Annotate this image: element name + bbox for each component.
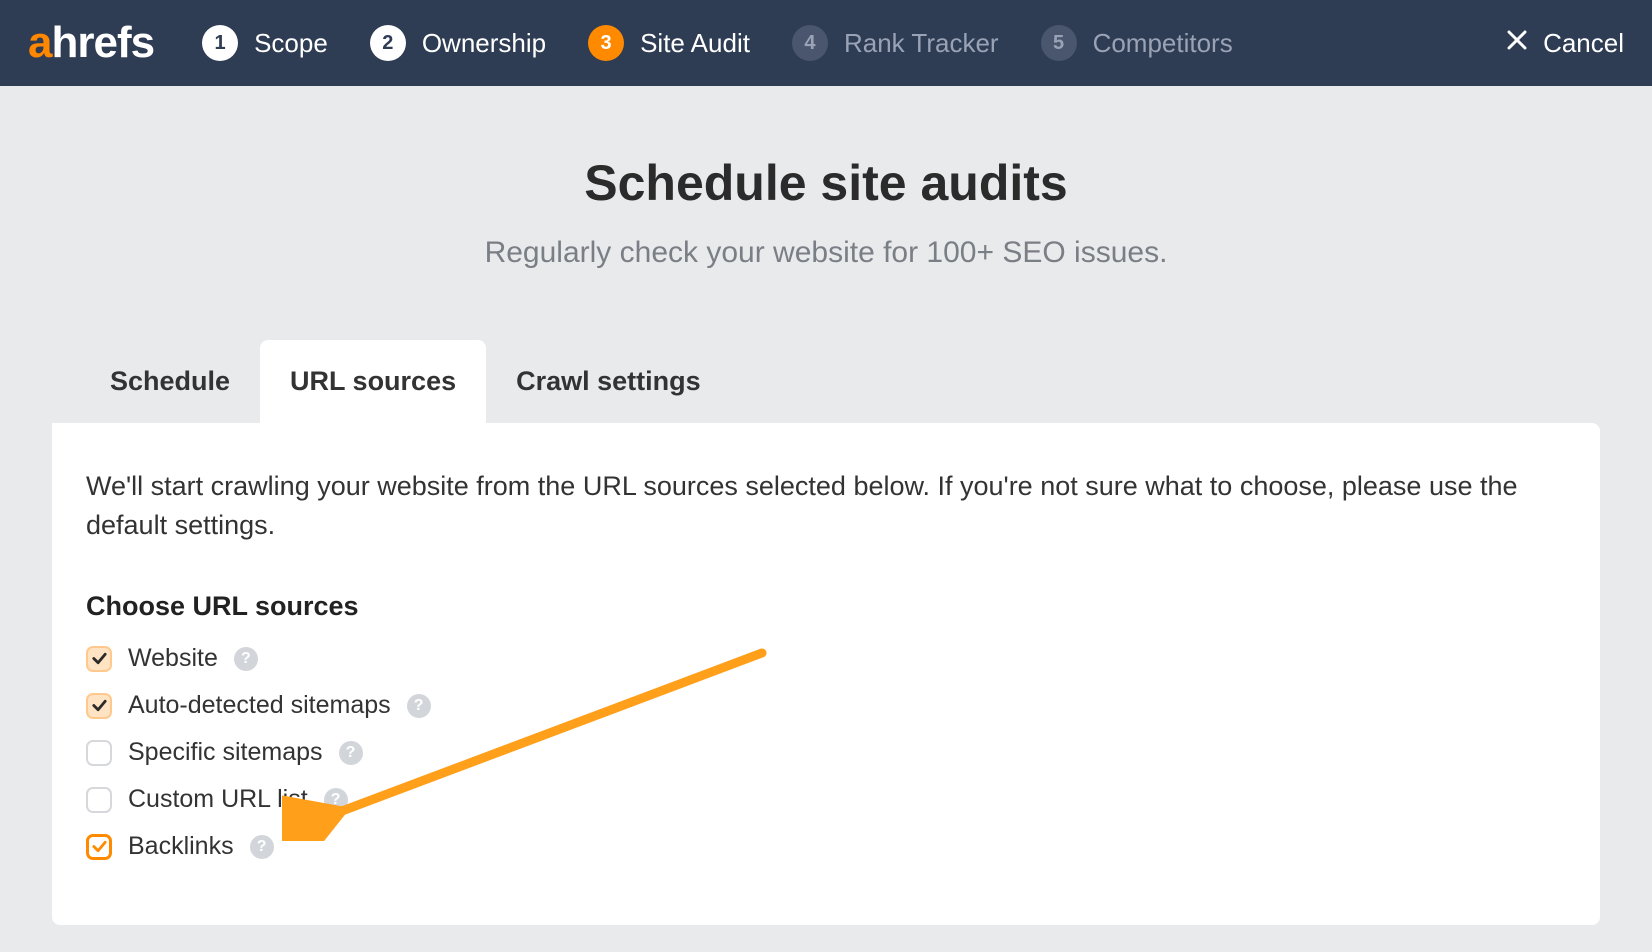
card-intro: We'll start crawling your website from t… bbox=[86, 467, 1566, 545]
page-body: Schedule site audits Regularly check you… bbox=[0, 86, 1652, 925]
cancel-button[interactable]: Cancel bbox=[1505, 28, 1624, 59]
step-label: Rank Tracker bbox=[844, 28, 999, 59]
option-backlinks: Backlinks? bbox=[86, 832, 1566, 861]
wizard-step-4[interactable]: 4 Rank Tracker bbox=[792, 25, 999, 61]
close-icon bbox=[1505, 28, 1529, 59]
help-icon[interactable]: ? bbox=[250, 835, 274, 859]
option-label: Backlinks bbox=[128, 832, 234, 861]
page-title: Schedule site audits bbox=[584, 154, 1067, 212]
wizard-step-3[interactable]: 3 Site Audit bbox=[588, 25, 750, 61]
checkbox[interactable] bbox=[86, 693, 112, 719]
wizard-step-1[interactable]: 1 Scope bbox=[202, 25, 328, 61]
checkbox[interactable] bbox=[86, 646, 112, 672]
checkbox[interactable] bbox=[86, 740, 112, 766]
step-label: Site Audit bbox=[640, 28, 750, 59]
help-icon[interactable]: ? bbox=[407, 694, 431, 718]
page-subtitle: Regularly check your website for 100+ SE… bbox=[485, 236, 1168, 270]
option-label: Website bbox=[128, 644, 218, 673]
option-label: Custom URL list bbox=[128, 785, 308, 814]
help-icon[interactable]: ? bbox=[324, 788, 348, 812]
help-icon[interactable]: ? bbox=[234, 647, 258, 671]
option-website: Website? bbox=[86, 644, 1566, 673]
option-custom-url-list: Custom URL list? bbox=[86, 785, 1566, 814]
url-source-options: Website?Auto-detected sitemaps?Specific … bbox=[86, 644, 1566, 861]
option-label: Specific sitemaps bbox=[128, 738, 323, 767]
checkbox[interactable] bbox=[86, 834, 112, 860]
logo-text: hrefs bbox=[51, 18, 154, 68]
logo: ahrefs bbox=[28, 18, 154, 68]
step-label: Ownership bbox=[422, 28, 546, 59]
section-heading: Choose URL sources bbox=[86, 591, 1566, 622]
step-badge: 5 bbox=[1041, 25, 1077, 61]
step-badge: 4 bbox=[792, 25, 828, 61]
option-specific-sitemaps: Specific sitemaps? bbox=[86, 738, 1566, 767]
tab-bar: ScheduleURL sourcesCrawl settings bbox=[52, 340, 1600, 423]
tab-crawl-settings[interactable]: Crawl settings bbox=[486, 340, 731, 423]
cancel-label: Cancel bbox=[1543, 28, 1624, 59]
tab-url-sources[interactable]: URL sources bbox=[260, 340, 486, 423]
step-label: Competitors bbox=[1093, 28, 1233, 59]
step-badge: 1 bbox=[202, 25, 238, 61]
help-icon[interactable]: ? bbox=[339, 741, 363, 765]
step-badge: 2 bbox=[370, 25, 406, 61]
option-auto-detected-sitemaps: Auto-detected sitemaps? bbox=[86, 691, 1566, 720]
logo-mark: a bbox=[28, 18, 51, 68]
step-label: Scope bbox=[254, 28, 328, 59]
wizard-step-5[interactable]: 5 Competitors bbox=[1041, 25, 1233, 61]
option-label: Auto-detected sitemaps bbox=[128, 691, 391, 720]
checkbox[interactable] bbox=[86, 787, 112, 813]
step-badge: 3 bbox=[588, 25, 624, 61]
settings-card: We'll start crawling your website from t… bbox=[52, 423, 1600, 925]
wizard-steps: 1 Scope 2 Ownership 3 Site Audit 4 Rank Tracker… bbox=[202, 25, 1233, 61]
tab-schedule[interactable]: Schedule bbox=[80, 340, 260, 423]
wizard-step-2[interactable]: 2 Ownership bbox=[370, 25, 546, 61]
wizard-header: ahrefs 1 Scope 2 Ownership 3 Site Audit 4 Rank … bbox=[0, 0, 1652, 86]
